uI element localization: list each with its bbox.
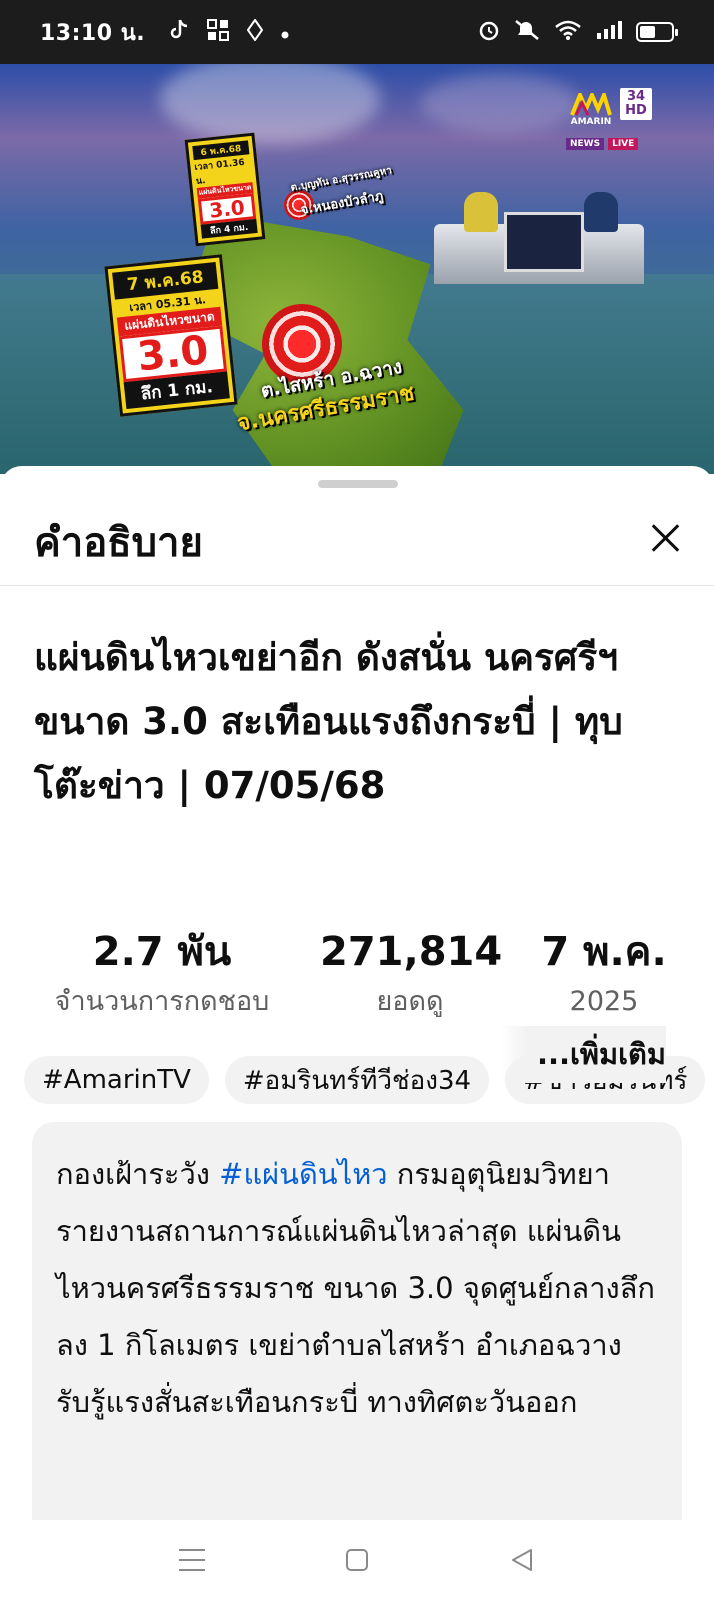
hashtag-chip[interactable]: #AmarinTV [24, 1056, 209, 1104]
cloud-shape [420, 74, 580, 134]
description-hashtag-link[interactable]: #แผ่นดินไหว [219, 1157, 387, 1191]
news-anchor [584, 192, 618, 232]
back-icon [511, 1549, 532, 1571]
description-body: กรมอุตุนิยมวิทยา รายงานสถานการณ์แผ่นดินไ… [56, 1157, 655, 1419]
logo-quality: HD [625, 103, 647, 118]
status-time: 13:10 น. [40, 20, 146, 46]
drag-handle[interactable] [318, 480, 398, 488]
cloud-shape [160, 64, 380, 144]
logo-number: 34 [626, 89, 646, 104]
description-sheet: คำอธิบาย แผ่นดินไหวเขย่าอีก ดังสนั่น นคร… [0, 466, 714, 1520]
stat-date-value: 7 พ.ค. [541, 929, 667, 975]
show-more-button[interactable]: ...เพิ่มเติม [500, 1026, 666, 1083]
notification-icons [169, 17, 289, 46]
battery-fill [640, 26, 655, 38]
sheet-title: คำอธิบาย [34, 520, 203, 566]
video-stats: 2.7 พัน จำนวนการกดชอบ 271,814 ยอดดู 7 พ.… [0, 924, 714, 1024]
system-nav-bar [0, 1520, 714, 1600]
quake-card-top: 6 พ.ค.68 เวลา 01.36 น. แผ่นดินไหวขนาด 3.… [184, 132, 266, 247]
news-anchor [464, 192, 498, 232]
studio-screen [504, 212, 584, 272]
battery-icon [636, 22, 678, 42]
status-bar: 13:10 น. [0, 0, 714, 64]
system-icons [478, 19, 678, 45]
home-icon [345, 1549, 368, 1571]
logo-tag-live: LIVE [608, 138, 639, 150]
stat-date: 7 พ.ค. 2025 [524, 924, 684, 1024]
logo-tag-news: NEWS [566, 138, 605, 150]
stat-views-value: 271,814 [320, 929, 503, 975]
mute-icon [514, 19, 540, 45]
wifi-icon [554, 19, 582, 45]
home-button[interactable] [327, 1530, 387, 1590]
close-button[interactable] [646, 518, 686, 558]
dot-icon [281, 20, 289, 44]
app-grid-icon [207, 18, 230, 46]
amarin-logo: AMARIN [566, 88, 616, 132]
stat-views-label: ยอดดู [376, 986, 444, 1017]
video-player[interactable]: 6 พ.ค.68 เวลา 01.36 น. แผ่นดินไหวขนาด 3.… [0, 64, 714, 474]
logo-channel-number: 34 HD [620, 88, 652, 120]
video-title: แผ่นดินไหวเขย่าอีก ดังสนั่น นครศรีฯ ขนาด… [34, 636, 623, 807]
alarm-icon [478, 19, 500, 45]
back-button[interactable] [492, 1530, 552, 1590]
stat-likes-value: 2.7 พัน [92, 929, 232, 975]
description-card[interactable]: กองเฝ้าระวัง #แผ่นดินไหว กรมอุตุนิยมวิทย… [32, 1122, 682, 1520]
stat-date-year: 2025 [569, 986, 639, 1017]
sheet-header: คำอธิบาย [0, 488, 714, 586]
signal-icon [596, 20, 622, 44]
description-prefix: กองเฝ้าระวัง [56, 1157, 220, 1191]
stat-views: 271,814 ยอดดู [320, 924, 503, 1024]
menu-icon [179, 1549, 206, 1571]
tiktok-icon [169, 19, 189, 46]
stat-likes: 2.7 พัน จำนวนการกดชอบ [42, 924, 282, 1024]
quake-card-main: 7 พ.ค.68 เวลา 05.31 น. แผ่นดินไหวขนาด 3.… [104, 254, 238, 417]
stat-likes-label: จำนวนการกดชอบ [54, 986, 270, 1017]
menu-button[interactable] [162, 1530, 222, 1590]
description-text: กองเฝ้าระวัง #แผ่นดินไหว กรมอุตุนิยมวิทย… [56, 1146, 658, 1431]
channel-logo: AMARIN 34 HD NEWS LIVE [566, 88, 652, 150]
hashtag-chip[interactable]: #อมรินทร์ทีวีช่อง34 [224, 1056, 490, 1104]
logo-brand: AMARIN [570, 117, 612, 127]
news-studio [434, 174, 644, 284]
logo-tags: NEWS LIVE [566, 138, 639, 150]
location-arrow-icon [246, 17, 264, 46]
